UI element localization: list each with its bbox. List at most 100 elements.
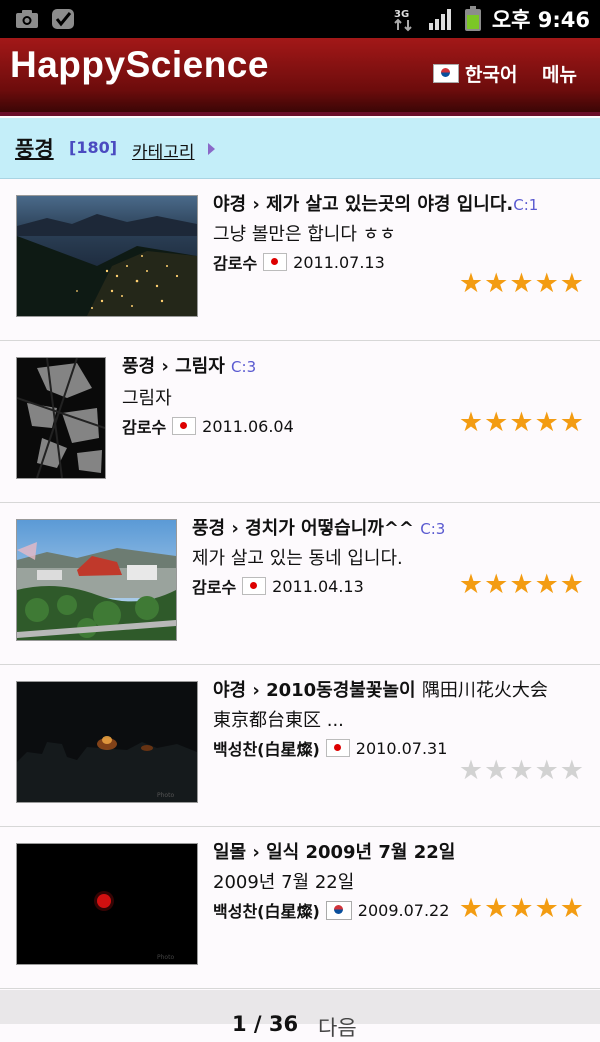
item-date: 2009.07.22 (357, 900, 450, 920)
item-category[interactable]: 풍경 (122, 356, 155, 377)
thumbnail-town-view[interactable] (16, 519, 177, 641)
category-link[interactable]: 카테고리 (132, 138, 195, 163)
status-bar: 3G 오후 9:46 (0, 0, 600, 38)
language-selector[interactable]: 한국어 (433, 60, 517, 87)
item-date: 2010.07.31 (355, 738, 448, 758)
star-rating: ★ ★ ★ ★ ★ (459, 571, 584, 598)
item-date: 2011.07.13 (293, 252, 385, 272)
star-icon: ★ (534, 893, 559, 924)
camera-icon (16, 10, 38, 28)
category-title[interactable]: 풍경 (15, 133, 54, 163)
star-icon: ★ (509, 268, 534, 299)
category-bar: 풍경 [180] 카테고리 (0, 118, 600, 179)
korea-flag-icon (433, 64, 459, 83)
star-icon: ★ (458, 268, 484, 299)
star-rating: ★ ★ ★ ★ ★ (459, 895, 584, 922)
page-indicator: 1 / 36 (232, 1012, 299, 1036)
star-icon: ★ (458, 569, 484, 600)
star-empty-icon: ★ (458, 755, 484, 786)
item-title-line[interactable]: 일몰 › 일식 2009년 7월 22일 (213, 840, 513, 866)
star-icon: ★ (484, 268, 509, 299)
item-author[interactable]: 감로수 (122, 414, 166, 438)
list-item[interactable]: Photo 일몰 › 일식 2009년 7월 22일 2009년 7월 22일 … (0, 827, 600, 989)
item-title-line[interactable]: 풍경 › 경치가 어떻습니까^^ C:3 (192, 516, 492, 542)
star-icon: ★ (458, 893, 484, 924)
thumbnail-fireworks[interactable]: Photo (16, 681, 198, 803)
item-author[interactable]: 백성찬(白星燦) (213, 736, 320, 760)
star-icon: ★ (509, 893, 534, 924)
item-title[interactable]: 경치가 어떻습니까^^ (245, 518, 414, 539)
item-description: 그림자 (122, 388, 172, 409)
item-description: 제가 살고 있는 동네 입니다. (192, 548, 403, 569)
star-empty-icon: ★ (534, 755, 559, 786)
item-description: 그냥 볼만은 합니다 ㅎㅎ (213, 224, 396, 245)
signal-strength-icon (428, 9, 451, 30)
star-icon: ★ (559, 268, 584, 299)
item-title-extra[interactable]: 隅田川花火大会 (422, 680, 548, 701)
item-title[interactable]: 그림자 (175, 356, 225, 377)
comment-count: C:3 (231, 358, 257, 376)
app-title: HappyScience (10, 44, 269, 85)
chevron-right-icon (208, 143, 215, 155)
korea-flag-icon (325, 900, 352, 920)
star-icon: ★ (559, 407, 584, 438)
item-title-line[interactable]: 야경 › 제가 살고 있는곳의 야경 입니다.C:1 (213, 192, 553, 218)
item-title[interactable]: 일식 2009년 7월 22일 (266, 842, 455, 863)
thumbnail-shadow[interactable] (16, 357, 106, 479)
menu-button[interactable]: 메뉴 (542, 60, 577, 87)
star-rating: ★ ★ ★ ★ ★ (459, 270, 584, 297)
star-icon: ★ (484, 407, 509, 438)
network-3g-icon: 3G (394, 9, 412, 32)
star-icon: ★ (509, 407, 534, 438)
checkmark-icon (52, 9, 74, 29)
item-author[interactable]: 감로수 (213, 250, 257, 274)
star-icon: ★ (509, 569, 534, 600)
japan-flag-icon (325, 739, 350, 757)
item-description: 東京都台東区 ... (213, 710, 344, 731)
item-title[interactable]: 2010동경불꽃놀이 (266, 680, 415, 701)
app-header: HappyScience 한국어 메뉴 (0, 38, 600, 116)
star-icon: ★ (559, 893, 584, 924)
category-count: [180] (69, 138, 118, 157)
next-page-link[interactable]: 다음 (318, 1012, 357, 1042)
star-icon: ★ (534, 569, 559, 600)
star-icon: ★ (559, 569, 584, 600)
item-author[interactable]: 백성찬(白星燦) (213, 898, 320, 922)
star-icon: ★ (484, 893, 509, 924)
comment-count: C:1 (513, 196, 539, 214)
item-category[interactable]: 야경 (213, 680, 246, 701)
japan-flag-icon (242, 577, 267, 595)
star-icon: ★ (458, 407, 484, 438)
star-icon: ★ (534, 268, 559, 299)
star-empty-icon: ★ (509, 755, 534, 786)
star-icon: ★ (534, 407, 559, 438)
list-item[interactable]: Photo 야경 › 2010동경불꽃놀이 隅田川花火大会 東京都台東区 ...… (0, 665, 600, 827)
item-category[interactable]: 일몰 (213, 842, 246, 863)
pagination-bar: 1 / 36 다음 (0, 990, 600, 1040)
list-item[interactable]: 야경 › 제가 살고 있는곳의 야경 입니다.C:1 그냥 볼만은 합니다 ㅎㅎ… (0, 179, 600, 341)
star-empty-icon: ★ (559, 755, 584, 786)
svg-text:Photo: Photo (157, 792, 174, 799)
japan-flag-icon (263, 253, 288, 271)
thumbnail-night-city[interactable] (16, 195, 198, 317)
star-empty-icon: ★ (484, 755, 509, 786)
thumbnail-eclipse[interactable]: Photo (16, 843, 198, 965)
star-rating: ★ ★ ★ ★ ★ (459, 409, 584, 436)
item-author[interactable]: 감로수 (192, 574, 236, 598)
battery-icon (464, 6, 481, 31)
item-category[interactable]: 풍경 (192, 518, 225, 539)
status-time: 오후 9:46 (491, 8, 590, 32)
item-category[interactable]: 야경 (213, 194, 246, 215)
svg-text:Photo: Photo (157, 954, 174, 961)
item-date: 2011.04.13 (272, 576, 364, 596)
list-item[interactable]: 풍경 › 경치가 어떻습니까^^ C:3 제가 살고 있는 동네 입니다. 감로… (0, 503, 600, 665)
item-title-line[interactable]: 풍경 › 그림자 C:3 (122, 354, 452, 380)
language-label: 한국어 (465, 64, 518, 86)
list-item[interactable]: 풍경 › 그림자 C:3 그림자 감로수 2011.06.04 ★ ★ ★ ★ ★ (0, 341, 600, 503)
item-title[interactable]: 제가 살고 있는곳의 야경 입니다. (266, 194, 513, 215)
comment-count: C:3 (420, 520, 446, 538)
item-title-line[interactable]: 야경 › 2010동경불꽃놀이 隅田川花火大会 (213, 678, 573, 704)
star-icon: ★ (484, 569, 509, 600)
item-date: 2011.06.04 (202, 416, 294, 436)
star-rating: ★ ★ ★ ★ ★ (459, 757, 584, 784)
